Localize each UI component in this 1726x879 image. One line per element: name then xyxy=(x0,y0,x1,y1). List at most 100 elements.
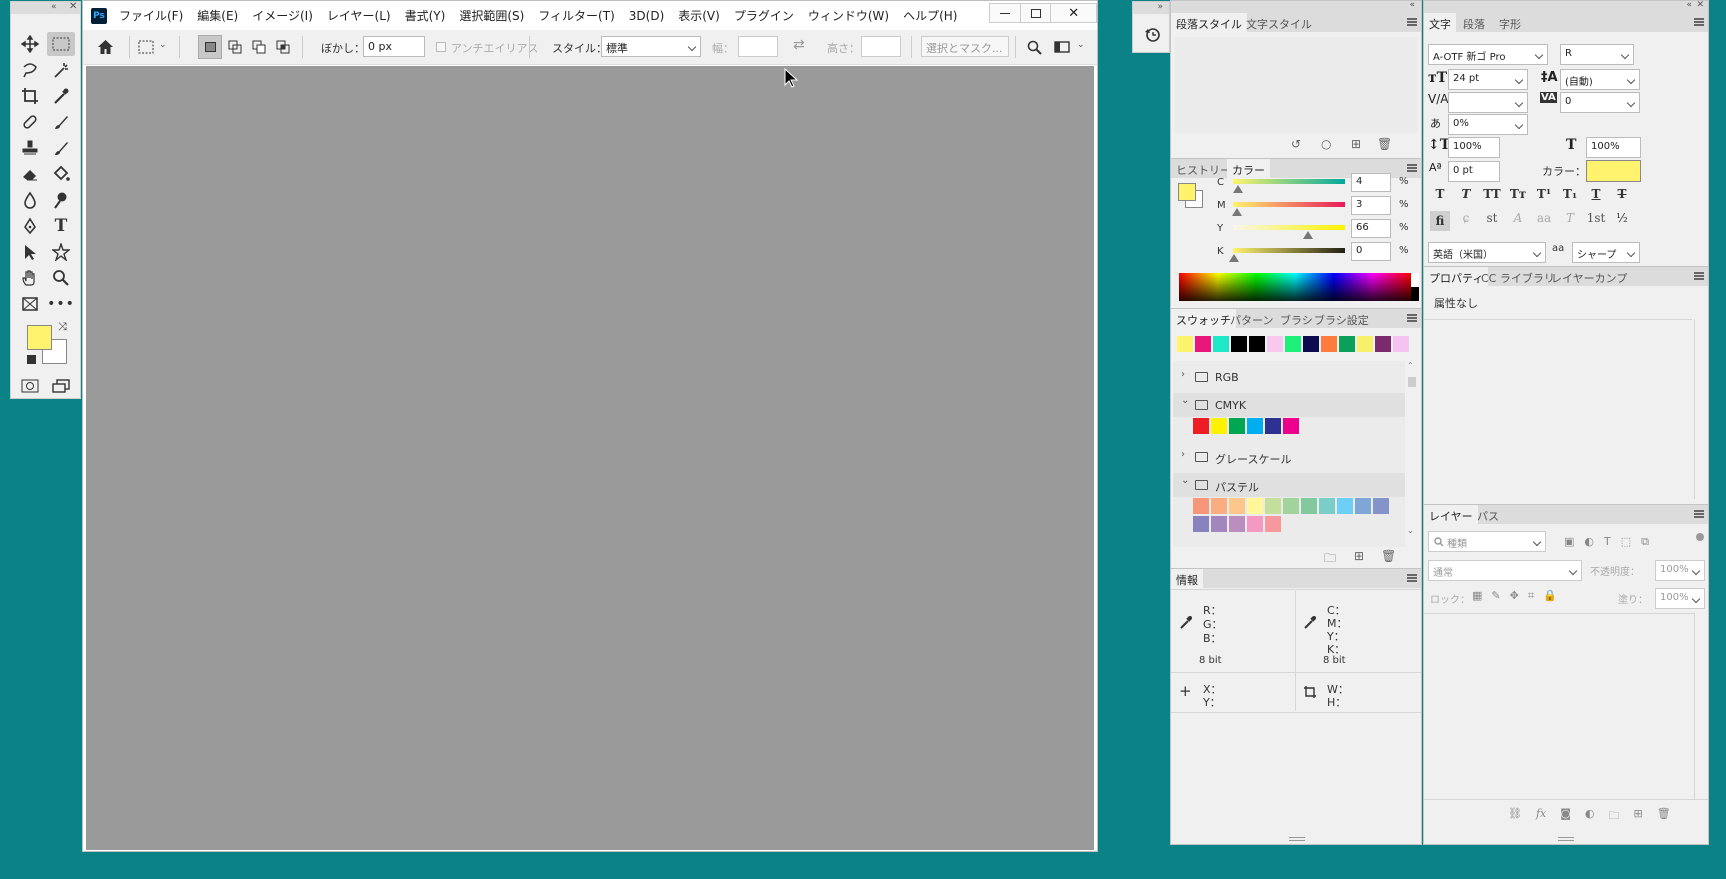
move-tool-icon[interactable] xyxy=(16,32,44,56)
fill-input[interactable]: 100% xyxy=(1655,588,1705,609)
pen-tool-icon[interactable] xyxy=(16,214,44,238)
antialias-checkbox[interactable] xyxy=(436,42,446,52)
collapse-icon[interactable]: « xyxy=(51,2,57,12)
more-tools-icon[interactable]: ••• xyxy=(47,292,75,316)
new-selection-button[interactable] xyxy=(198,35,222,59)
tab-layers[interactable]: レイヤー xyxy=(1424,505,1478,524)
swatch[interactable] xyxy=(1229,418,1245,434)
close-icon[interactable]: ✕ xyxy=(69,1,77,12)
swatch[interactable] xyxy=(1393,336,1409,352)
slider-track-1[interactable] xyxy=(1233,202,1345,207)
close-icon[interactable]: ✕ xyxy=(1696,0,1704,10)
lock-artboard-icon[interactable]: ⌗ xyxy=(1528,589,1534,603)
font-style-select[interactable]: R xyxy=(1560,44,1634,65)
swatch[interactable] xyxy=(1247,516,1263,532)
lock-position-icon[interactable]: ✥ xyxy=(1510,589,1519,603)
panel-menu-icon[interactable] xyxy=(1407,314,1417,322)
clear-override-icon[interactable]: ○ xyxy=(1321,137,1331,151)
width-input[interactable] xyxy=(738,36,778,57)
swatch[interactable] xyxy=(1265,516,1281,532)
delete-style-icon[interactable]: 🗑 xyxy=(1377,137,1392,151)
horizontal-scale-input[interactable]: 100% xyxy=(1586,137,1641,158)
filter-toggle[interactable] xyxy=(1696,533,1704,541)
delete-layer-icon[interactable]: 🗑 xyxy=(1657,807,1671,826)
swatch[interactable] xyxy=(1211,516,1227,532)
tsume-select[interactable]: 0% xyxy=(1448,114,1528,135)
brush-tool-icon[interactable] xyxy=(47,110,75,134)
workspace-icon[interactable] xyxy=(1053,38,1071,56)
toolbox-header[interactable]: « ✕ xyxy=(11,1,80,14)
menu-layer[interactable]: レイヤー(L) xyxy=(320,7,398,24)
menu-3d[interactable]: 3D(D) xyxy=(622,9,671,23)
swatch[interactable] xyxy=(1283,498,1299,514)
tab-glyphs[interactable]: 字形 xyxy=(1494,13,1526,32)
tab-info[interactable]: 情報 xyxy=(1171,569,1203,588)
chevron-down-icon[interactable]: ⌄ xyxy=(1181,395,1189,406)
close-window-button[interactable]: ✕ xyxy=(1051,4,1096,22)
color-spectrum[interactable] xyxy=(1179,273,1419,301)
leading-select[interactable]: (自動) xyxy=(1560,69,1640,90)
slider-track-3[interactable] xyxy=(1233,248,1345,253)
swatch[interactable] xyxy=(1231,336,1247,352)
tab-paragraph-styles[interactable]: 段落スタイル xyxy=(1171,13,1247,32)
menu-select[interactable]: 選択範囲(S) xyxy=(452,7,531,24)
slider-input-3[interactable]: 0 xyxy=(1351,242,1391,261)
delete-swatch-icon[interactable]: 🗑 xyxy=(1381,549,1396,563)
swatch[interactable] xyxy=(1177,336,1193,352)
small-caps-icon[interactable]: Tт xyxy=(1508,187,1528,201)
swatch[interactable] xyxy=(1265,418,1281,434)
lock-image-icon[interactable]: ✎ xyxy=(1491,589,1500,603)
add-mask-icon[interactable]: ◙ xyxy=(1560,807,1571,826)
frame-tool-icon[interactable] xyxy=(16,292,44,316)
magic-wand-icon[interactable] xyxy=(47,58,75,82)
font-size-select[interactable]: 24 pt xyxy=(1448,69,1528,90)
swatch-group-row[interactable]: › グレースケール xyxy=(1173,445,1405,469)
layer-filter-select[interactable]: 種類 xyxy=(1428,531,1546,552)
swatch[interactable] xyxy=(1249,336,1265,352)
new-style-icon[interactable]: ⊞ xyxy=(1351,137,1361,151)
language-select[interactable]: 英語（米国） xyxy=(1428,242,1546,263)
tab-paragraph[interactable]: 段落 xyxy=(1458,13,1490,32)
intersect-selection-button[interactable] xyxy=(273,37,293,57)
swatch-group-row[interactable]: ⌄ パステル xyxy=(1173,473,1405,497)
swatch[interactable] xyxy=(1373,498,1389,514)
custom-shape-icon[interactable] xyxy=(47,240,75,264)
chevron-down-icon[interactable]: ⌄ xyxy=(1181,475,1189,486)
menu-type[interactable]: 書式(Y) xyxy=(398,7,453,24)
swatch-group-row[interactable]: › RGB xyxy=(1173,365,1405,389)
document-canvas[interactable] xyxy=(86,66,1094,850)
new-group-icon[interactable]: 🗀 xyxy=(1609,807,1620,826)
blend-mode-select[interactable]: 通常 xyxy=(1428,560,1582,581)
path-select-icon[interactable] xyxy=(16,240,44,264)
screen-mode-icon[interactable] xyxy=(47,374,75,398)
link-layers-icon[interactable]: ⛓ xyxy=(1508,807,1522,826)
tab-character[interactable]: 文字 xyxy=(1424,13,1456,32)
all-caps-icon[interactable]: TT xyxy=(1482,187,1502,201)
marquee-preset-icon[interactable] xyxy=(137,38,155,56)
subtract-selection-button[interactable] xyxy=(249,37,269,57)
swap-colors-icon[interactable]: ⤨ xyxy=(58,320,67,334)
eraser-tool-icon[interactable] xyxy=(16,162,44,186)
ligatures-icon[interactable]: ﬁ xyxy=(1430,211,1450,231)
default-colors-icon[interactable] xyxy=(27,355,36,364)
shape-filter-icon[interactable]: ⬚ xyxy=(1621,535,1631,549)
lasso-tool-icon[interactable] xyxy=(16,58,44,82)
ordinals-icon[interactable]: 1st xyxy=(1586,211,1606,231)
adjustment-layer-icon[interactable]: ◐ xyxy=(1585,807,1595,826)
panel-menu-icon[interactable] xyxy=(1694,510,1704,518)
panel-menu-icon[interactable] xyxy=(1407,574,1417,582)
baseline-shift-input[interactable]: 0 pt xyxy=(1448,161,1500,182)
swatch[interactable] xyxy=(1213,336,1229,352)
menu-filter[interactable]: フィルター(T) xyxy=(531,7,621,24)
swatch[interactable] xyxy=(1265,498,1281,514)
swatch[interactable] xyxy=(1285,336,1301,352)
dodge-tool-icon[interactable] xyxy=(47,188,75,212)
type-tool-icon[interactable]: T xyxy=(47,214,75,238)
swatch[interactable] xyxy=(1247,498,1263,514)
menu-file[interactable]: ファイル(F) xyxy=(112,7,190,24)
smart-object-filter-icon[interactable]: ⧉ xyxy=(1641,535,1649,549)
menu-window[interactable]: ウィンドウ(W) xyxy=(801,7,896,24)
swatch[interactable] xyxy=(1375,336,1391,352)
text-color-swatch[interactable] xyxy=(1586,160,1641,182)
chevron-right-icon[interactable]: › xyxy=(1181,449,1185,460)
